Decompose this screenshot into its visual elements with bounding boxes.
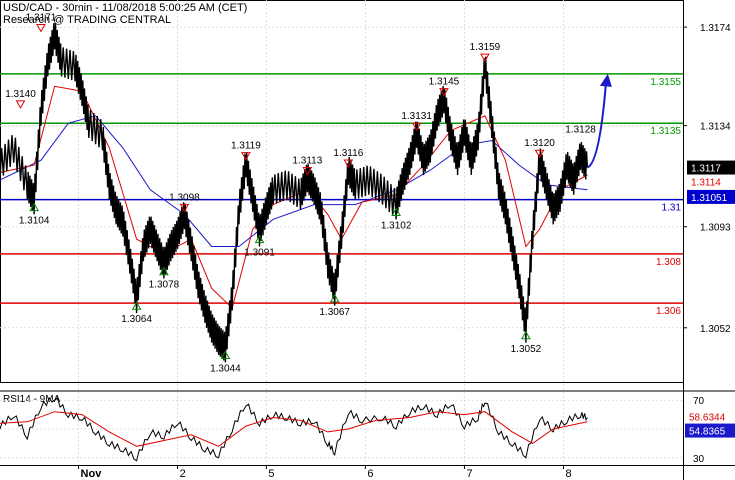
- low-label: 1.3078: [149, 280, 180, 291]
- usdcad-chart: Nov 2 5 6 7 8 1.3174 1.3134 1.3093 1.3052 1.3155 1.…: [0, 0, 735, 480]
- high-label: 1.3098: [169, 192, 200, 203]
- rsi-ma-tag: 54.8365: [689, 427, 726, 438]
- y-tick-label: 1.3052: [700, 324, 731, 335]
- x-tick-label: 5: [268, 468, 274, 480]
- high-marker: [480, 53, 490, 63]
- x-tick-label: 2: [180, 468, 186, 480]
- low-label: 1.3091: [244, 248, 275, 259]
- low-label: 1.3104: [19, 216, 50, 227]
- low-label: 1.3067: [319, 307, 350, 318]
- x-tick-label: 6: [367, 468, 373, 480]
- y-tick-label: 1.3174: [700, 23, 731, 34]
- high-label: 1.3131: [401, 111, 432, 122]
- level-label: 1.308: [656, 257, 681, 268]
- x-tick-label: 7: [466, 468, 472, 480]
- rsi-title: RSI14 - 9MA: [3, 394, 61, 405]
- high-label: 1.3116: [333, 148, 363, 159]
- level-label: 1.3135: [650, 126, 681, 137]
- high-label: 1.3113: [292, 155, 322, 166]
- forecast-arrow-head: [599, 73, 612, 87]
- high-label: 1.3119: [231, 141, 261, 152]
- level-label: 1.3155: [650, 77, 681, 88]
- price-label: 1.3128: [565, 124, 596, 135]
- level-label: 1.31: [662, 203, 682, 214]
- y-tick-label: 1.3093: [700, 223, 731, 234]
- high-label: 1.3171: [26, 13, 57, 24]
- low-label: 1.3052: [511, 344, 542, 355]
- y-tick-label: 1.3134: [700, 122, 731, 133]
- x-tick-label: Nov: [81, 468, 103, 480]
- high-marker: [36, 24, 46, 33]
- low-label: 1.3102: [381, 221, 412, 232]
- rsi-y-tick-label: 70: [693, 396, 705, 407]
- high-marker: [15, 100, 26, 109]
- main-plot-frame: [0, 0, 684, 383]
- ma-slow-tag-text: 1.31051: [691, 193, 728, 204]
- low-label: 1.3064: [121, 314, 152, 325]
- level-label: 1.306: [656, 306, 681, 317]
- rsi-value-tag: 58.6344: [689, 413, 726, 424]
- current-price-tag-text: 1.3117: [691, 164, 721, 175]
- high-label: 1.3140: [5, 89, 36, 100]
- x-tick-label: 8: [565, 468, 571, 480]
- high-label: 1.3159: [470, 42, 501, 53]
- ma-fast-tag-text: 1.3114: [691, 178, 721, 189]
- rsi-y-tick-label: 30: [693, 454, 705, 465]
- high-label: 1.3145: [429, 77, 460, 88]
- high-label: 1.3120: [524, 138, 555, 149]
- low-label: 1.3044: [210, 363, 241, 374]
